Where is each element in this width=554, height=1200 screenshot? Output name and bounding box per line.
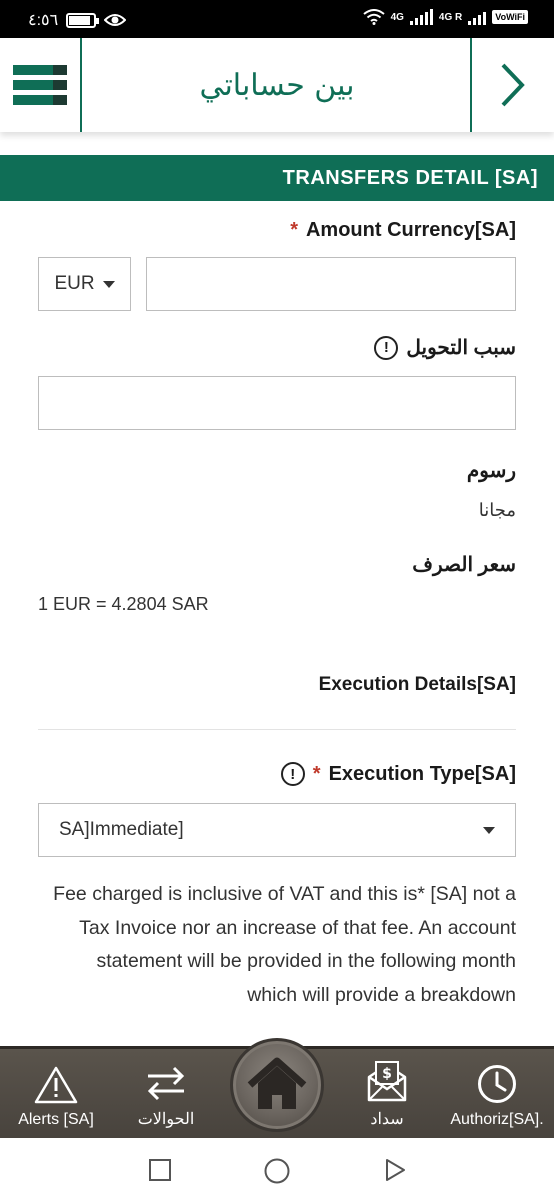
warning-icon: [34, 1066, 78, 1104]
nav-sadad-label: سداد: [370, 1111, 404, 1128]
system-nav-bar: [0, 1138, 554, 1200]
network-type-2: 4G R: [438, 11, 463, 23]
wifi-icon: [362, 9, 385, 25]
fees-value: مجانا: [478, 500, 516, 520]
menu-icon-bar: [13, 95, 67, 105]
chevron-down-icon: [102, 280, 115, 288]
nav-alerts-label: Alerts [SA]: [18, 1111, 94, 1128]
vowifi-badge: VoWiFi: [492, 10, 528, 24]
vat-note: Fee charged is inclusive of VAT and this…: [53, 883, 516, 1006]
currency-select[interactable]: EUR: [38, 257, 131, 311]
clock-icon: [478, 1065, 516, 1103]
menu-icon-bar: [13, 80, 67, 90]
info-icon[interactable]: !: [374, 335, 399, 360]
amount-currency-label: * Amount Currency[SA]: [290, 219, 516, 242]
nav-sadad[interactable]: $ سداد: [336, 1049, 438, 1141]
divider: [38, 729, 516, 730]
exchange-rate-value: 1 EUR = 4.2804 SAR: [38, 594, 209, 614]
nav-alerts[interactable]: Alerts [SA]: [0, 1049, 112, 1141]
battery-icon: [66, 12, 100, 28]
page-title: بين حساباتي: [199, 67, 355, 103]
transfer-arrows-icon: [147, 1066, 185, 1101]
back-button[interactable]: [470, 38, 554, 132]
status-left: ٤:٥٦: [28, 10, 127, 30]
chevron-down-icon: [483, 826, 495, 834]
execution-type-text: Execution Type[SA]: [328, 762, 516, 785]
transfer-reason-input[interactable]: [38, 376, 516, 430]
signal-icon: [409, 9, 433, 25]
execution-type-value: SA]Immediate]: [59, 819, 184, 840]
execution-type-select[interactable]: SA]Immediate]: [38, 803, 516, 857]
signal-icon-2: [468, 9, 487, 25]
chevron-right-icon: [501, 63, 525, 107]
execution-details-label: Execution Details[SA]: [318, 674, 516, 695]
home-icon: [247, 1057, 307, 1109]
nav-authorizations[interactable]: Authoriz[SA].: [440, 1049, 554, 1141]
nav-authorizations-label: Authoriz[SA].: [450, 1111, 544, 1128]
menu-icon-bar: [13, 65, 67, 75]
home-button[interactable]: [230, 1038, 324, 1132]
required-mark: *: [290, 219, 298, 241]
required-mark: *: [312, 762, 321, 785]
app-header: بين حساباتي: [0, 38, 554, 132]
nav-transfers[interactable]: الحوالات: [112, 1049, 220, 1141]
status-right: 4G 4G R VoWiFi: [362, 9, 528, 25]
network-type-1: 4G: [390, 11, 404, 23]
exchange-rate-label: سعر الصرف: [412, 554, 516, 576]
fees-label: رسوم: [466, 460, 516, 482]
status-bar: ٤:٥٦ 4G 4G R VoWiFi: [0, 0, 554, 38]
recents-icon[interactable]: [148, 1158, 172, 1182]
transfer-reason-text: سبب التحويل: [406, 337, 516, 359]
back-triangle-icon[interactable]: [384, 1158, 406, 1182]
menu-button[interactable]: [0, 38, 82, 132]
clock-text: ٤:٥٦: [28, 12, 59, 29]
transfer-reason-label: ! سبب التحويل: [374, 335, 516, 360]
execution-type-label: ! * Execution Type[SA]: [280, 762, 516, 786]
currency-value: EUR: [54, 273, 95, 294]
section-header: TRANSFERS DETAIL [SA]: [0, 155, 554, 201]
bill-envelope-icon: $: [367, 1061, 407, 1102]
svg-text:$: $: [382, 1066, 392, 1082]
info-icon[interactable]: !: [280, 762, 305, 786]
nav-transfers-label: الحوالات: [137, 1111, 195, 1128]
eye-icon: [104, 14, 127, 26]
amount-input[interactable]: [146, 257, 516, 311]
amount-currency-text: Amount Currency[SA]: [305, 219, 516, 241]
home-circle-icon[interactable]: [264, 1158, 290, 1184]
